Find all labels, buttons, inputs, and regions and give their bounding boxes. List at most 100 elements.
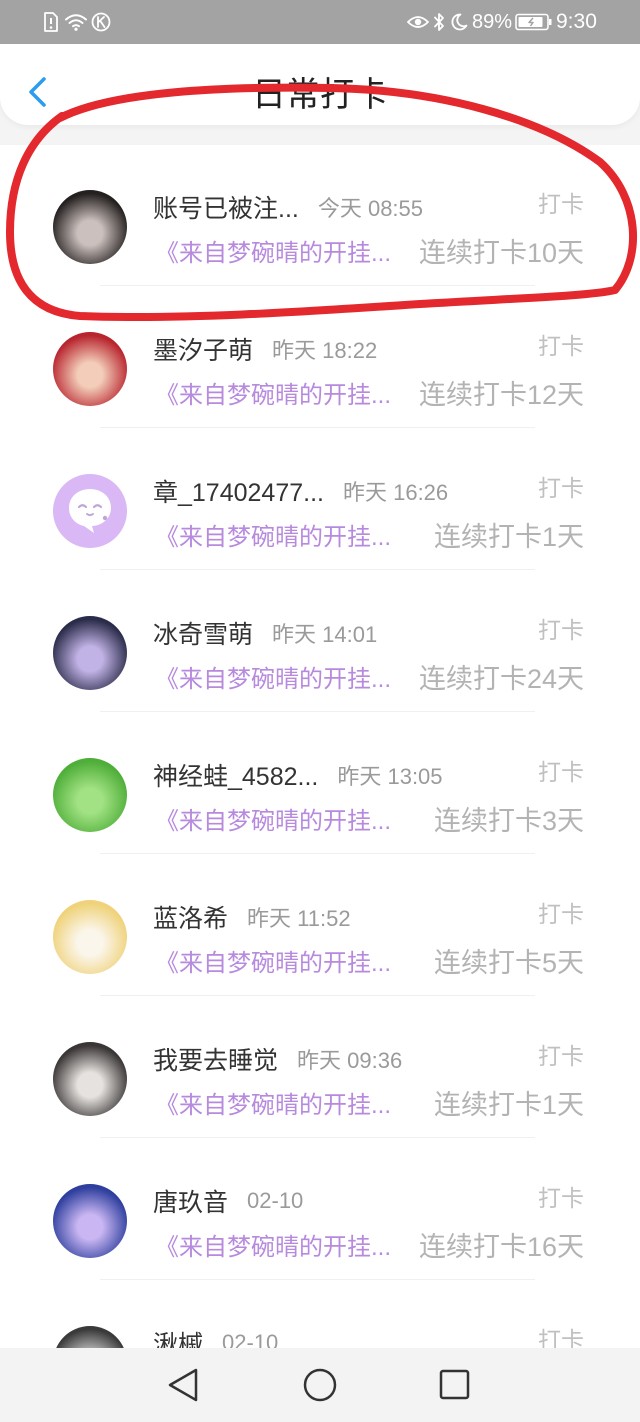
recents-square-icon [439,1369,470,1400]
list-item[interactable]: 神经蛙_4582... 昨天 13:05 打卡《来自梦碗晴的开挂... 连续打卡3天 [0,713,640,855]
checkin-type-label: 打卡 [538,617,584,643]
nav-recents-button[interactable] [436,1366,474,1404]
checkin-time: 今天 08:55 [317,196,424,221]
bluetooth-icon [433,12,445,32]
battery-icon [515,13,553,31]
book-title-link[interactable]: 《来自梦碗晴的开挂... [155,233,391,267]
user-name: 章_17402477... [153,479,324,507]
user-name: 冰奇雪萌 [153,621,254,649]
name-time-line: 章_17402477... 昨天 16:26 [153,474,520,508]
streak-count: 连续打卡1天 [433,1089,584,1120]
user-name: 我要去睡觉 [153,1047,279,1075]
book-title-link[interactable]: 《来自梦碗晴的开挂... [155,801,391,835]
row-divider [100,711,535,712]
streak-count: 连续打卡12天 [418,379,584,410]
name-time-line: 唐玖音 02-10 [153,1184,520,1218]
list-item[interactable]: 蓝洛希 昨天 11:52 打卡《来自梦碗晴的开挂... 连续打卡5天 [0,855,640,997]
checkin-time: 02-10 [247,1188,304,1213]
list-item[interactable]: 我要去睡觉 昨天 09:36 打卡《来自梦碗晴的开挂... 连续打卡1天 [0,997,640,1139]
user-name: 唐玖音 [153,1189,229,1217]
book-streak-line: 《来自梦碗晴的开挂... 连续打卡3天 [155,801,584,836]
moon-icon [450,13,468,31]
name-time-line: 神经蛙_4582... 昨天 13:05 [153,758,520,792]
streak-count: 连续打卡5天 [433,947,584,978]
avatar[interactable] [53,332,127,406]
book-title-link[interactable]: 《来自梦碗晴的开挂... [155,517,391,551]
book-streak-line: 《来自梦碗晴的开挂... 连续打卡10天 [155,233,584,268]
list-item[interactable]: 账号已被注... 今天 08:55 打卡《来自梦碗晴的开挂... 连续打卡10天 [0,145,640,287]
checkin-type-label: 打卡 [538,1185,584,1211]
book-streak-line: 《来自梦碗晴的开挂... 连续打卡16天 [155,1227,584,1262]
user-name: 账号已被注... [153,195,299,223]
avatar[interactable] [53,616,127,690]
row-divider [100,1137,535,1138]
list-item[interactable]: 章_17402477... 昨天 16:26 打卡《来自梦碗晴的开挂... 连续打卡1… [0,429,640,571]
avatar[interactable] [53,900,127,974]
book-title-link[interactable]: 《来自梦碗晴的开挂... [155,659,391,693]
user-name: 蓝洛希 [153,905,229,933]
row-divider [100,427,535,428]
book-streak-line: 《来自梦碗晴的开挂... 连续打卡1天 [155,517,584,552]
checkin-time: 昨天 11:52 [247,906,351,931]
avatar[interactable] [53,190,127,264]
user-name: 墨汐子萌 [153,337,254,365]
header-bar: 日常打卡 [0,44,640,125]
list-item[interactable]: 冰奇雪萌 昨天 14:01 打卡《来自梦碗晴的开挂... 连续打卡24天 [0,571,640,713]
avatar[interactable] [53,758,127,832]
row-divider [100,853,535,854]
name-time-line: 账号已被注... 今天 08:55 [153,190,520,224]
checkin-time: 昨天 18:22 [272,338,378,363]
streak-count: 连续打卡10天 [418,237,584,268]
checkin-type-label: 打卡 [538,1043,584,1069]
name-time-line: 蓝洛希 昨天 11:52 [153,900,520,934]
status-bar: 89% 9:30 [0,0,640,44]
streak-count: 连续打卡3天 [433,805,584,836]
sim-alert-icon [43,12,59,32]
book-title-link[interactable]: 《来自梦碗晴的开挂... [155,375,391,409]
checkin-type-label: 打卡 [538,759,584,785]
list-item[interactable]: 墨汐子萌 昨天 18:22 打卡《来自梦碗晴的开挂... 连续打卡12天 [0,287,640,429]
eye-icon [407,14,429,30]
book-streak-line: 《来自梦碗晴的开挂... 连续打卡12天 [155,375,584,410]
book-streak-line: 《来自梦碗晴的开挂... 连续打卡5天 [155,943,584,978]
row-divider [100,285,535,286]
book-title-link[interactable]: 《来自梦碗晴的开挂... [155,943,391,977]
streak-count: 连续打卡24天 [418,663,584,694]
avatar[interactable] [53,1042,127,1116]
nav-back-button[interactable] [165,1366,203,1404]
name-time-line: 墨汐子萌 昨天 18:22 [153,332,520,366]
checkin-type-label: 打卡 [538,475,584,501]
avatar[interactable] [53,1184,127,1258]
name-time-line: 我要去睡觉 昨天 09:36 [153,1042,520,1076]
back-triangle-icon [168,1368,198,1402]
book-title-link[interactable]: 《来自梦碗晴的开挂... [155,1085,391,1119]
user-name: 神经蛙_4582... [153,763,319,791]
book-streak-line: 《来自梦碗晴的开挂... 连续打卡1天 [155,1085,584,1120]
name-time-line: 冰奇雪萌 昨天 14:01 [153,616,520,650]
system-nav-bar [0,1348,640,1422]
default-chat-avatar-icon [69,489,111,533]
row-divider [100,995,535,996]
nav-home-button[interactable] [301,1366,339,1404]
list-item[interactable]: 唐玖音 02-10 打卡《来自梦碗晴的开挂... 连续打卡16天 [0,1139,640,1281]
checkin-type-label: 打卡 [538,901,584,927]
streak-count: 连续打卡16天 [418,1231,584,1262]
book-streak-line: 《来自梦碗晴的开挂... 连续打卡24天 [155,659,584,694]
clock-time: 9:30 [556,10,597,33]
page-title: 日常打卡 [252,76,388,114]
checkin-type-label: 打卡 [538,333,584,359]
checkin-time: 昨天 16:26 [342,480,449,505]
checkin-time: 昨天 14:01 [272,622,378,647]
checkin-time: 昨天 09:36 [297,1048,403,1073]
checkin-list: 账号已被注... 今天 08:55 打卡 《来自梦碗晴的开挂... 连续打卡10天 墨汐子… [0,145,640,1422]
k-circle-icon [91,12,111,32]
row-divider [100,569,535,570]
battery-percent: 89% [472,11,513,33]
home-circle-icon [303,1368,337,1402]
book-title-link[interactable]: 《来自梦碗晴的开挂... [155,1227,391,1261]
avatar[interactable] [53,474,127,548]
checkin-type-label: 打卡 [538,191,584,217]
checkin-time: 昨天 13:05 [337,764,443,789]
wifi-icon [65,13,87,31]
streak-count: 连续打卡1天 [433,521,584,552]
